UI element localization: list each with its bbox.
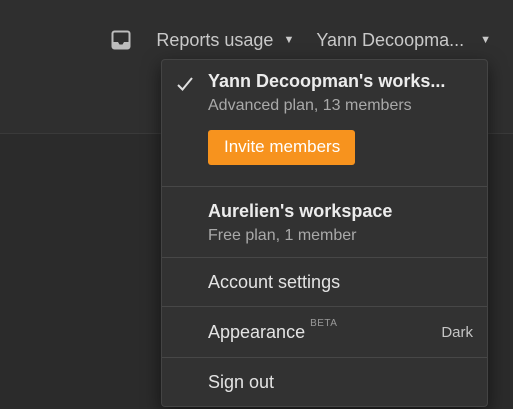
appearance-label-group: Appearance BETA [208, 318, 337, 343]
appearance-label: Appearance [208, 321, 306, 342]
other-workspace-name: Aurelien's workspace [208, 201, 393, 221]
account-settings-item[interactable]: Account settings [162, 258, 487, 307]
sign-out-label: Sign out [208, 371, 275, 392]
current-workspace-name: Yann Decoopman's works... [208, 71, 446, 91]
caret-down-icon: ▼ [480, 34, 491, 46]
account-settings-label: Account settings [208, 271, 341, 292]
other-workspace-item[interactable]: Aurelien's workspace Free plan, 1 member [162, 187, 487, 258]
caret-down-icon: ▼ [283, 34, 295, 46]
appearance-item[interactable]: Appearance BETA Dark [162, 307, 487, 358]
check-icon [176, 76, 194, 92]
current-workspace-plan: Advanced plan, 13 members [208, 97, 412, 114]
reports-usage-dropdown[interactable]: Reports usage ▼ [156, 30, 294, 51]
workspace-switcher[interactable]: Yann Decoopma... ▼ [316, 30, 491, 51]
sign-out-item[interactable]: Sign out [162, 358, 487, 406]
reports-usage-label: Reports usage [156, 29, 274, 50]
topbar-actions: Reports usage ▼ Yann Decoopma... ▼ [110, 26, 491, 54]
other-workspace-plan: Free plan, 1 member [208, 227, 357, 244]
workspace-switcher-label: Yann Decoopma... [316, 29, 465, 50]
workspace-menu: Yann Decoopman's works... Advanced plan,… [161, 59, 488, 407]
inbox-icon[interactable] [110, 29, 132, 51]
appearance-value: Dark [441, 323, 473, 341]
beta-badge: BETA [310, 317, 338, 329]
invite-members-button[interactable]: Invite members [208, 130, 356, 165]
current-workspace-item[interactable]: Yann Decoopman's works... Advanced plan,… [162, 60, 487, 187]
